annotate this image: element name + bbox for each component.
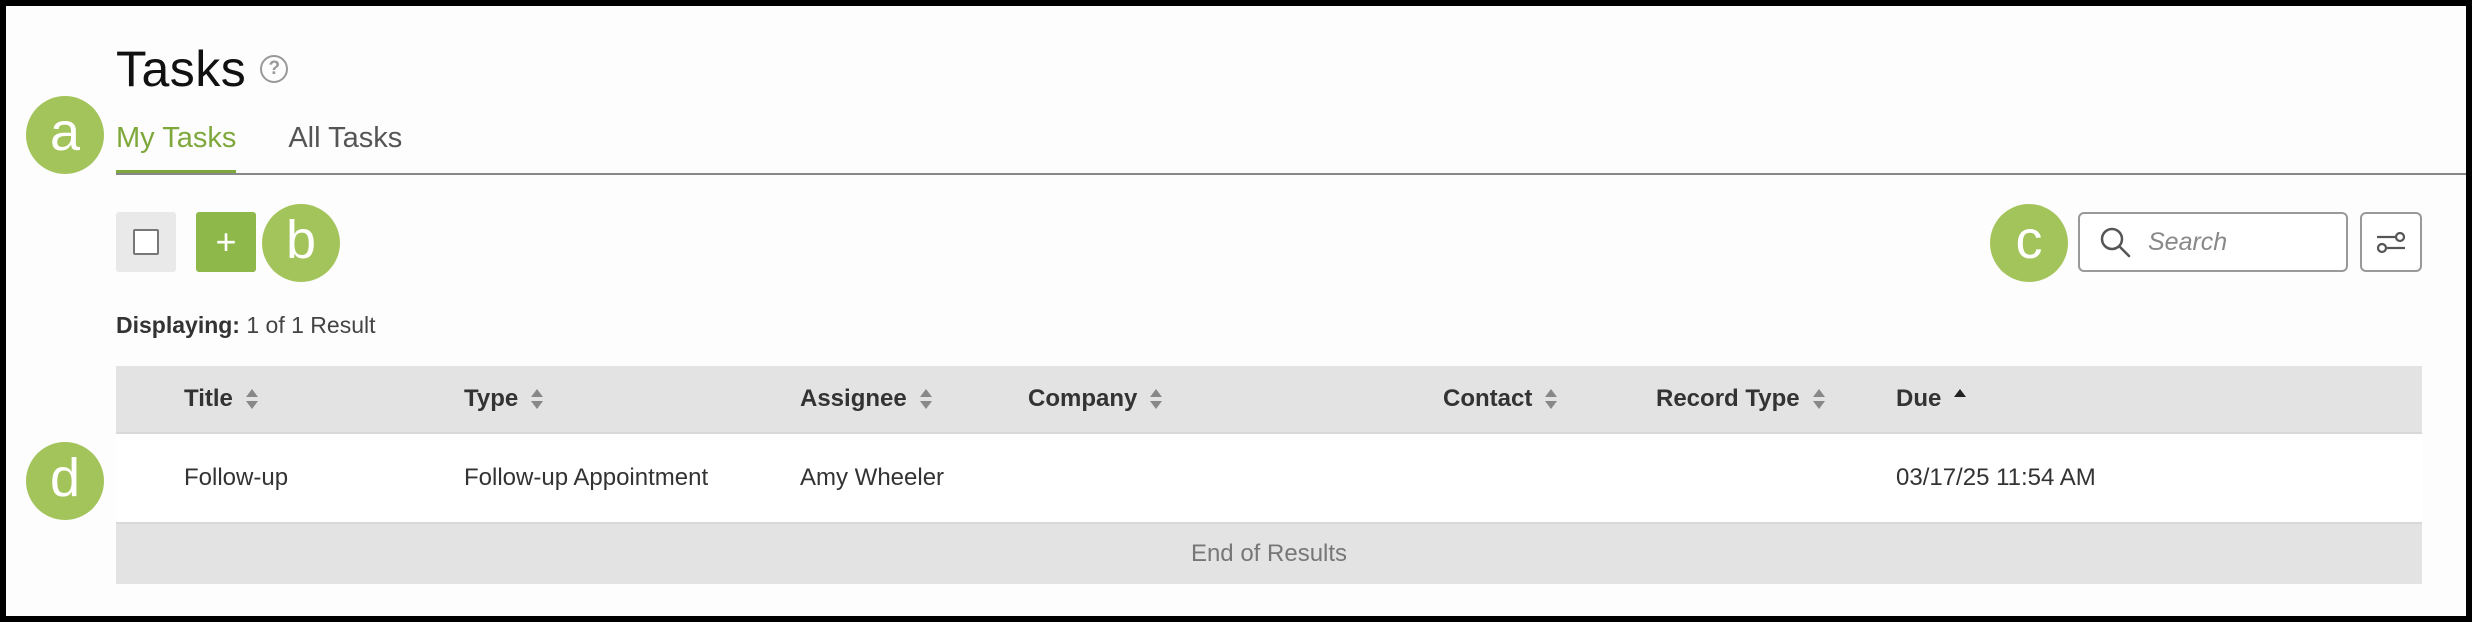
results-value: 1 of 1 Result [246,312,376,338]
cell-due: 03/17/25 11:54 AM [1896,464,2096,491]
sort-icon [1545,389,1558,409]
tab-my-tasks[interactable]: My Tasks [116,106,237,174]
tab-all-tasks[interactable]: All Tasks [288,106,402,174]
help-icon[interactable]: ? [260,55,289,83]
end-of-results: End of Results [116,524,2422,584]
tasks-table: Title Type Assignee Company Contact Reco… [116,366,2422,584]
column-header-title[interactable]: Title [184,366,259,432]
cell-title[interactable]: Follow-up [184,434,288,522]
column-header-company[interactable]: Company [1028,366,1163,432]
callout-badge-a: a [26,96,104,174]
tab-divider [116,173,2466,175]
select-all-checkbox[interactable] [133,229,159,255]
page-title: Tasks [116,41,247,97]
table-row[interactable]: Follow-up Follow-up Appointment Amy Whee… [116,432,2422,524]
sort-icon [919,389,932,409]
filter-button[interactable] [2360,212,2422,272]
table-header: Title Type Assignee Company Contact Reco… [116,366,2422,432]
add-task-button[interactable]: + [196,212,256,272]
sort-icon [245,389,258,409]
search-box[interactable] [2078,212,2348,272]
sort-ascending-icon [1954,389,1967,397]
search-input[interactable] [2148,227,2338,257]
column-header-record-type[interactable]: Record Type [1656,366,1826,432]
column-header-due[interactable]: Due [1896,366,1967,432]
sliders-icon [2376,231,2406,254]
search-icon [2100,227,2131,258]
page-header: Tasks ? [116,34,289,104]
column-header-assignee[interactable]: Assignee [800,366,933,432]
sort-icon [1812,389,1825,409]
callout-badge-b: b [262,204,340,282]
task-tabs: My Tasks All Tasks [116,106,402,174]
column-header-contact[interactable]: Contact [1443,366,1558,432]
cell-assignee: Amy Wheeler [800,464,945,491]
tasks-page: Tasks ? My Tasks All Tasks a + b c Displ… [6,6,2466,616]
results-count: Displaying: 1 of 1 Result [116,312,376,339]
callout-badge-d: d [26,442,104,520]
sort-icon [1150,389,1163,409]
results-label: Displaying: [116,312,240,338]
select-all-container[interactable] [116,212,176,272]
sort-icon [531,389,544,409]
cell-type: Follow-up Appointment [464,464,709,491]
column-header-type[interactable]: Type [464,366,544,432]
callout-badge-c: c [1990,204,2068,282]
